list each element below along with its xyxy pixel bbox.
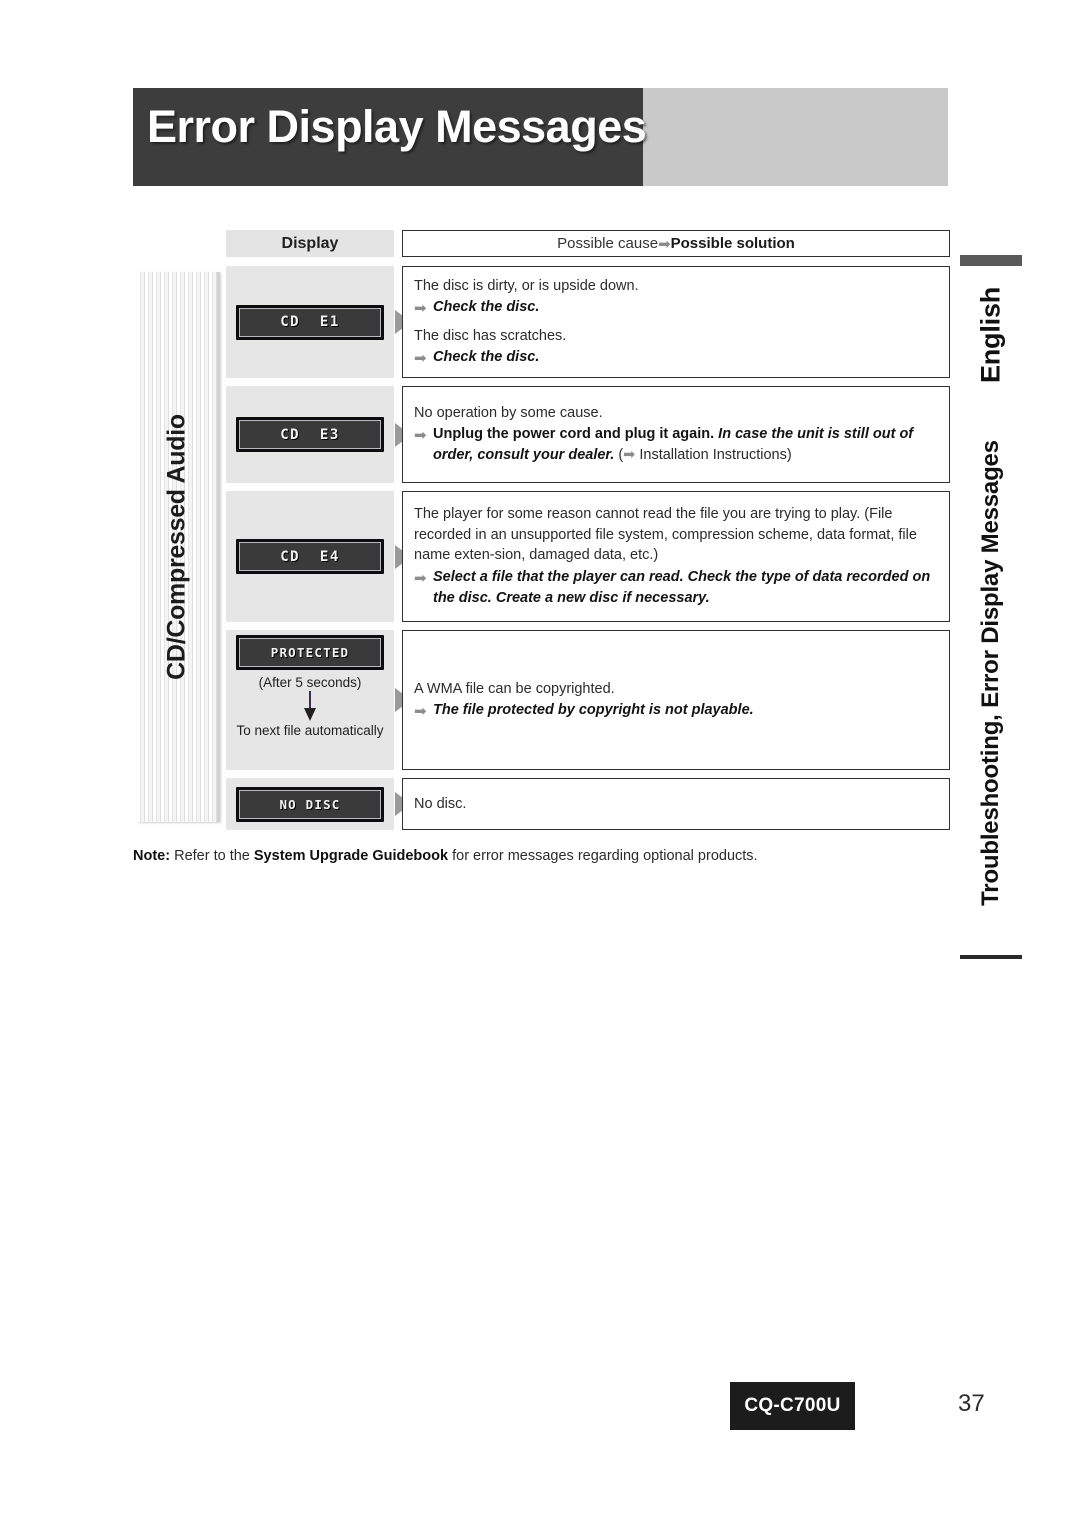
lcd-screen: NO DISC bbox=[239, 789, 381, 819]
lcd-panel: CD E4 bbox=[236, 539, 384, 574]
lcd-text: CD E4 bbox=[280, 548, 340, 565]
page-title: Error Display Messages bbox=[147, 101, 647, 152]
solution-text: ➡ Select a file that the player can read.… bbox=[414, 567, 938, 609]
table-row: CD E3 No operation by some cause. ➡ Unplu… bbox=[226, 386, 950, 483]
solution-label: Select a file that the player can read. … bbox=[433, 568, 931, 606]
solution-label: Check the disc. bbox=[433, 349, 540, 366]
cause-solution-cell: A WMA file can be copyrighted. ➡ The file… bbox=[402, 630, 950, 770]
display-cell: CD E3 bbox=[226, 386, 394, 483]
lcd-screen: CD E4 bbox=[239, 542, 381, 571]
solution-bold-part: Unplug the power cord and plug it again. bbox=[433, 426, 719, 443]
cause-text: The player for some reason cannot read t… bbox=[414, 506, 917, 564]
solution-tail-prefix: ( bbox=[614, 447, 624, 464]
left-section-tab: CD/Compressed Audio bbox=[137, 272, 220, 822]
footnote-book-title: System Upgrade Guidebook bbox=[253, 848, 449, 864]
footnote-text-after: for error messages regarding optional pr… bbox=[448, 848, 758, 864]
lcd-text: PROTECTED bbox=[270, 645, 350, 660]
lcd-text: CD E3 bbox=[280, 426, 340, 443]
cause-solution-cell: The disc is dirty, or is upside down. ➡ C… bbox=[402, 266, 950, 378]
footnote-label: Note: bbox=[133, 848, 171, 864]
lcd-screen: PROTECTED bbox=[239, 638, 381, 667]
cause-text: A WMA file can be copyrighted. bbox=[414, 680, 615, 697]
section-tab: Troubleshooting, Error Display Messages bbox=[960, 410, 1022, 935]
lcd-screen: CD E3 bbox=[239, 420, 381, 449]
solution-text: ➡ Check the disc. bbox=[414, 297, 938, 318]
table-row: CD E4 The player for some reason cannot … bbox=[226, 491, 950, 622]
solution-label: The file protected by copyright is not p… bbox=[433, 702, 754, 719]
page-number: 37 bbox=[958, 1390, 985, 1417]
page-header-band: Error Display Messages bbox=[133, 88, 948, 186]
cause-header-prefix: Possible cause bbox=[557, 235, 659, 252]
timing-note: (After 5 seconds) bbox=[258, 675, 362, 690]
lcd-panel: CD E3 bbox=[236, 417, 384, 452]
display-cell: PROTECTED (After 5 seconds) To next file… bbox=[226, 630, 394, 770]
display-cell: NO DISC bbox=[226, 778, 394, 830]
arrow-right-icon: ➡ bbox=[414, 569, 427, 587]
model-number: CQ-C700U bbox=[744, 1395, 841, 1416]
arrow-right-icon: ➡ bbox=[414, 703, 427, 721]
behavior-note: To next file automatically bbox=[236, 723, 384, 738]
language-tab: English bbox=[960, 280, 1022, 390]
arrow-right-icon: ➡ bbox=[658, 235, 671, 253]
column-header-cause-solution: Possible cause ➡ Possible solution bbox=[402, 230, 950, 257]
table-row: NO DISC No disc. bbox=[226, 778, 950, 830]
solution-label: Check the disc. bbox=[433, 299, 540, 316]
lcd-text: NO DISC bbox=[279, 796, 341, 812]
lcd-panel: CD E1 bbox=[236, 304, 384, 340]
right-top-rule bbox=[960, 255, 1022, 266]
arrow-down-icon bbox=[304, 691, 316, 721]
footnote-text-before: Refer to the bbox=[170, 848, 254, 864]
right-bottom-rule bbox=[960, 955, 1022, 959]
table-row: CD E1 The disc is dirty, or is upside do… bbox=[226, 266, 950, 378]
display-cell: CD E4 bbox=[226, 491, 394, 622]
lcd-screen: CD E1 bbox=[239, 307, 381, 337]
solution-text: ➡ The file protected by copyright is not … bbox=[414, 700, 938, 721]
arrow-right-icon: ➡ bbox=[414, 300, 427, 318]
error-messages-table: Display Possible cause ➡ Possible soluti… bbox=[226, 230, 950, 838]
language-tab-label: English bbox=[975, 286, 1006, 384]
display-cell: CD E1 bbox=[226, 266, 394, 378]
left-section-tab-label: CD/Compressed Audio bbox=[162, 414, 191, 680]
footnote: Note: Refer to the System Upgrade Guideb… bbox=[133, 848, 758, 864]
arrow-right-icon: ➡ bbox=[414, 350, 427, 368]
model-badge: CQ-C700U bbox=[730, 1382, 855, 1430]
cause-text: No disc. bbox=[414, 795, 467, 812]
cause-header-suffix: Possible solution bbox=[670, 235, 795, 252]
cause-solution-cell: The player for some reason cannot read t… bbox=[402, 491, 950, 622]
cause-solution-cell: No disc. bbox=[402, 778, 950, 830]
column-header-display: Display bbox=[226, 230, 394, 257]
table-row: PROTECTED (After 5 seconds) To next file… bbox=[226, 630, 950, 770]
solution-text: ➡ Check the disc. bbox=[414, 347, 938, 368]
section-tab-label: Troubleshooting, Error Display Messages bbox=[977, 439, 1004, 906]
arrow-right-icon: ➡ bbox=[414, 427, 427, 445]
solution-text: ➡ Unplug the power cord and plug it again… bbox=[414, 424, 938, 466]
table-header-row: Display Possible cause ➡ Possible soluti… bbox=[226, 230, 950, 257]
lcd-panel: NO DISC bbox=[236, 786, 384, 822]
solution-tail: Installation Instructions) bbox=[635, 447, 792, 464]
cause-text: No operation by some cause. bbox=[414, 404, 603, 421]
lcd-panel: PROTECTED bbox=[236, 635, 384, 670]
lcd-text: CD E1 bbox=[280, 314, 340, 330]
arrow-right-icon: ➡ bbox=[623, 447, 636, 464]
cause-solution-cell: No operation by some cause. ➡ Unplug the … bbox=[402, 386, 950, 483]
cause-text: The disc has scratches. bbox=[414, 327, 567, 344]
cause-text: The disc is dirty, or is upside down. bbox=[414, 277, 639, 294]
